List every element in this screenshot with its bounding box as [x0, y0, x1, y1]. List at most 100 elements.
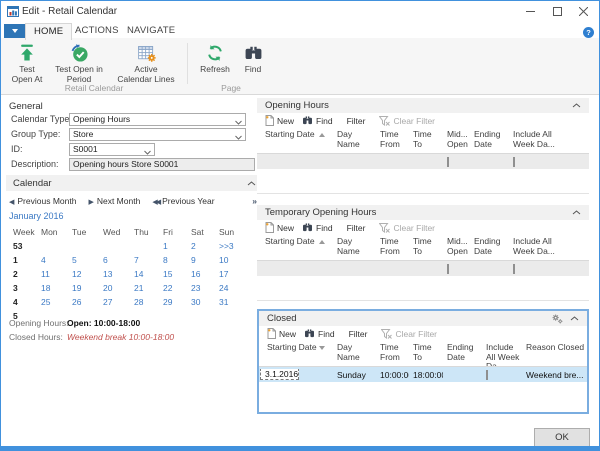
column-header-time-to[interactable]: Time To: [409, 235, 443, 260]
app-menu-button[interactable]: [4, 24, 25, 38]
column-header-ending-date[interactable]: Ending Date: [470, 235, 509, 260]
column-header-midnight-open[interactable]: Mid... Open: [443, 235, 470, 260]
day-cell[interactable]: [37, 239, 68, 253]
tab-navigate[interactable]: NAVIGATE: [119, 23, 183, 38]
customize-gear-icon[interactable]: [552, 314, 563, 324]
column-header-include-all-week[interactable]: Include All Week Da...: [509, 128, 557, 153]
day-cell[interactable]: 9: [187, 253, 215, 267]
close-button[interactable]: [570, 1, 596, 21]
column-header-include-all-week[interactable]: Include All Week Da...: [482, 341, 522, 366]
collapse-icon[interactable]: [572, 210, 581, 215]
test-open-in-period-button[interactable]: Test Open inPeriod: [47, 41, 111, 84]
calendar-type-dropdown[interactable]: Opening Hours: [69, 113, 246, 126]
column-header-ending-date[interactable]: Ending Date: [470, 128, 509, 153]
day-cell[interactable]: [68, 239, 99, 253]
active-calendar-lines-button[interactable]: ActiveCalendar Lines: [111, 41, 181, 84]
day-cell[interactable]: 30: [187, 295, 215, 309]
previous-year-link[interactable]: ◀◀Previous Year: [152, 196, 214, 206]
new-button[interactable]: New: [265, 115, 294, 126]
collapse-icon[interactable]: [570, 316, 579, 321]
column-header-time-from[interactable]: Time From: [376, 235, 409, 260]
temporary-opening-hours-panel-header[interactable]: Temporary Opening Hours: [257, 205, 589, 220]
tab-home[interactable]: HOME: [25, 23, 72, 40]
column-header-starting-date[interactable]: Starting Date: [259, 341, 333, 366]
day-cell[interactable]: 1: [159, 239, 187, 253]
day-cell[interactable]: 26: [68, 295, 99, 309]
day-name-cell[interactable]: Sunday: [333, 370, 376, 380]
day-cell[interactable]: 15: [159, 267, 187, 281]
column-header-day-name[interactable]: Day Name: [333, 235, 376, 260]
include-all-week-checkbox[interactable]: [513, 157, 515, 167]
clear-filter-button[interactable]: Clear Filter: [379, 223, 435, 233]
description-field[interactable]: Opening hours Store S0001: [69, 158, 255, 171]
include-all-week-checkbox[interactable]: [513, 264, 515, 274]
day-cell[interactable]: 4: [37, 253, 68, 267]
filter-button[interactable]: Filter: [349, 329, 368, 339]
starting-date-cell[interactable]: 3.1.2016: [260, 369, 299, 380]
table-row[interactable]: [257, 261, 589, 276]
day-cell[interactable]: 2: [187, 239, 215, 253]
previous-month-link[interactable]: ◀Previous Month: [9, 196, 76, 206]
day-cell[interactable]: 28: [130, 295, 159, 309]
day-cell[interactable]: 5: [68, 253, 99, 267]
maximize-button[interactable]: [544, 1, 570, 21]
day-cell[interactable]: 23: [187, 281, 215, 295]
day-cell[interactable]: 13: [99, 267, 130, 281]
ok-button[interactable]: OK: [534, 428, 590, 447]
day-cell[interactable]: 16: [187, 267, 215, 281]
day-cell[interactable]: 24: [215, 281, 249, 295]
minimize-button[interactable]: [517, 1, 543, 21]
column-header-midnight-open[interactable]: Mid... Open: [443, 128, 470, 153]
find-button[interactable]: Find: [302, 223, 333, 233]
collapse-icon[interactable]: [247, 181, 256, 186]
clear-filter-button[interactable]: Clear Filter: [381, 329, 437, 339]
new-button[interactable]: New: [265, 222, 294, 233]
day-cell[interactable]: 6: [99, 253, 130, 267]
column-header-time-from[interactable]: Time From: [376, 128, 409, 153]
table-row-selected[interactable]: 3.1.2016 Sunday 10:00:00 18:00:00 Weeken…: [259, 367, 587, 382]
day-cell[interactable]: 14: [130, 267, 159, 281]
day-cell[interactable]: 7: [130, 253, 159, 267]
day-cell-selected[interactable]: >>3: [215, 239, 249, 253]
day-cell[interactable]: 8: [159, 253, 187, 267]
column-header-include-all-week[interactable]: Include All Week Da...: [509, 235, 557, 260]
column-header-starting-date[interactable]: Starting Date: [257, 235, 333, 260]
next-month-link[interactable]: ▶Next Month: [88, 196, 140, 206]
column-header-time-to[interactable]: Time To: [409, 341, 443, 366]
opening-hours-panel-header[interactable]: Opening Hours: [257, 98, 589, 113]
day-cell[interactable]: 17: [215, 267, 249, 281]
midnight-open-checkbox[interactable]: [447, 264, 449, 274]
new-button[interactable]: New: [267, 328, 296, 339]
day-cell[interactable]: 10: [215, 253, 249, 267]
day-cell[interactable]: [99, 239, 130, 253]
column-header-day-name[interactable]: Day Name: [333, 128, 376, 153]
tab-actions[interactable]: ACTIONS: [67, 23, 127, 38]
day-cell[interactable]: 29: [159, 295, 187, 309]
table-row[interactable]: [257, 154, 589, 169]
calendar-fasttab-header[interactable]: Calendar: [6, 175, 264, 191]
group-type-dropdown[interactable]: Store: [69, 128, 246, 141]
column-header-day-name[interactable]: Day Name: [333, 341, 376, 366]
midnight-open-checkbox[interactable]: [447, 157, 449, 167]
day-cell[interactable]: 31: [215, 295, 249, 309]
collapse-icon[interactable]: [572, 103, 581, 108]
column-header-starting-date[interactable]: Starting Date: [257, 128, 333, 153]
time-to-cell[interactable]: 18:00:00: [409, 370, 443, 380]
find-button[interactable]: Find: [302, 116, 333, 126]
include-all-week-checkbox[interactable]: [486, 370, 488, 380]
column-header-ending-date[interactable]: Ending Date: [443, 341, 482, 366]
closed-panel-header[interactable]: Closed: [259, 311, 587, 326]
id-dropdown[interactable]: S0001: [69, 143, 155, 156]
day-cell[interactable]: 12: [68, 267, 99, 281]
clear-filter-button[interactable]: Clear Filter: [379, 116, 435, 126]
column-header-time-from[interactable]: Time From: [376, 341, 409, 366]
day-cell[interactable]: 11: [37, 267, 68, 281]
day-cell[interactable]: 27: [99, 295, 130, 309]
test-open-at-button[interactable]: TestOpen At: [7, 41, 47, 84]
filter-button[interactable]: Filter: [347, 116, 366, 126]
refresh-button[interactable]: Refresh: [193, 41, 237, 75]
find-button[interactable]: Find: [304, 329, 335, 339]
find-button[interactable]: Find: [237, 41, 269, 75]
time-from-cell[interactable]: 10:00:00: [376, 370, 409, 380]
filter-button[interactable]: Filter: [347, 223, 366, 233]
